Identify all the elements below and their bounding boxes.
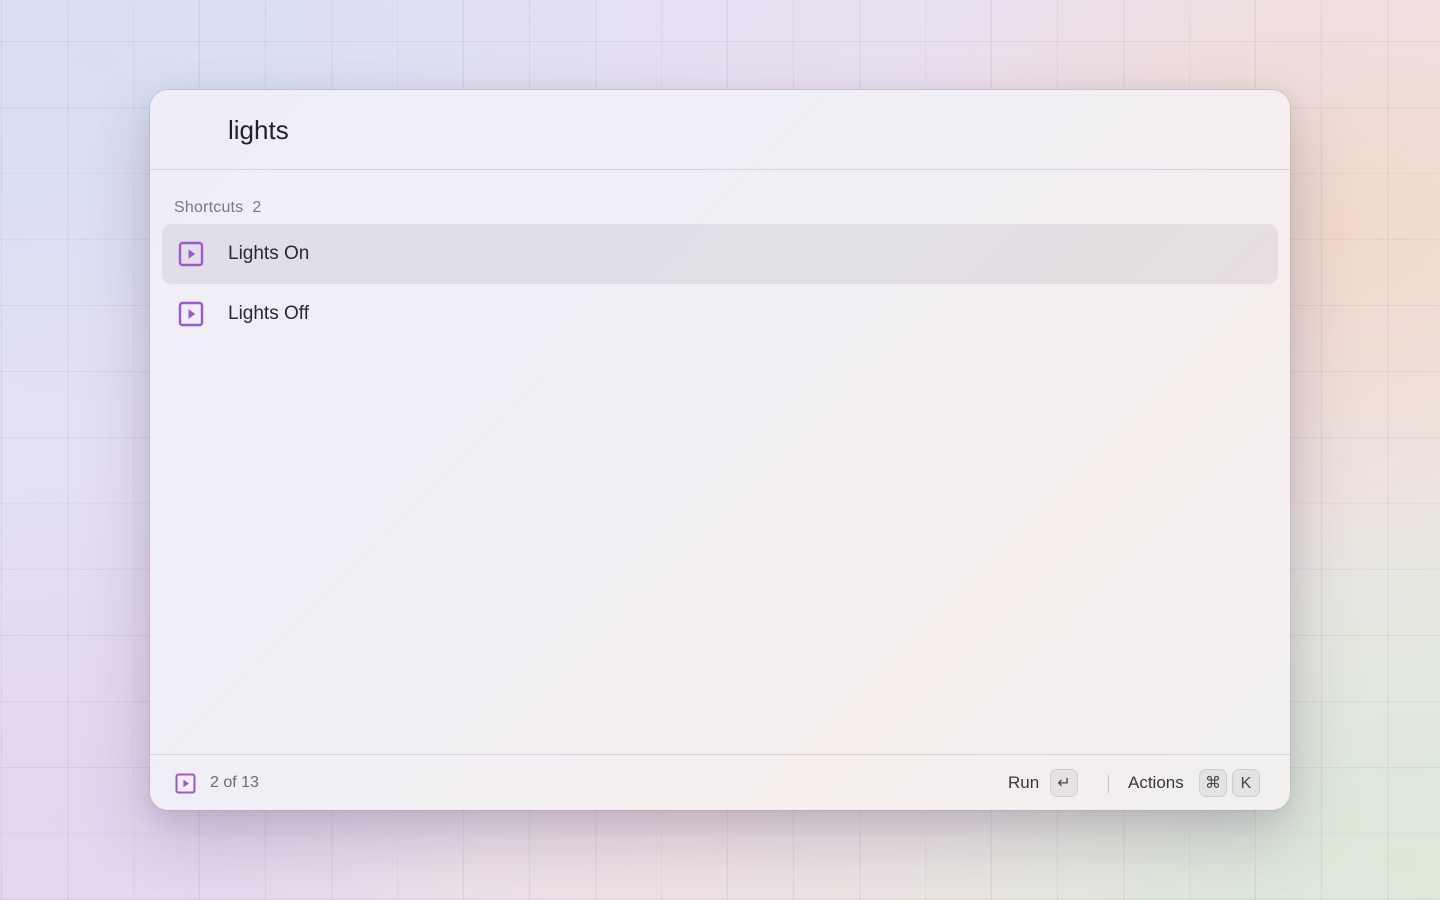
section-header: Shortcuts 2 xyxy=(174,199,262,217)
play-square-icon xyxy=(175,773,196,794)
command-key-icon: ⌘ xyxy=(1199,769,1227,797)
k-key-icon: K xyxy=(1232,769,1260,797)
run-button[interactable]: Run xyxy=(1008,773,1039,793)
command-palette-window: Shortcuts 2 Lights On Lights Off 2 of 13 … xyxy=(150,90,1290,810)
enter-key-icon: ↵ xyxy=(1050,769,1078,797)
list-item-lights-on[interactable]: Lights On xyxy=(162,224,1278,284)
footer-bar: 2 of 13 Run ↵ Actions ⌘ K xyxy=(150,754,1290,810)
actions-button[interactable]: Actions xyxy=(1128,773,1184,793)
play-square-icon xyxy=(178,301,204,327)
list-item-label: Lights Off xyxy=(228,303,309,324)
section-count: 2 xyxy=(252,199,262,216)
result-position: 2 of 13 xyxy=(210,774,259,791)
list-item-label: Lights On xyxy=(228,243,310,264)
section-title: Shortcuts xyxy=(174,199,244,216)
play-square-icon xyxy=(178,241,204,267)
search-bar xyxy=(150,90,1290,170)
footer-divider xyxy=(1108,775,1109,793)
search-input[interactable] xyxy=(228,112,1228,148)
list-item-lights-off[interactable]: Lights Off xyxy=(162,284,1278,344)
